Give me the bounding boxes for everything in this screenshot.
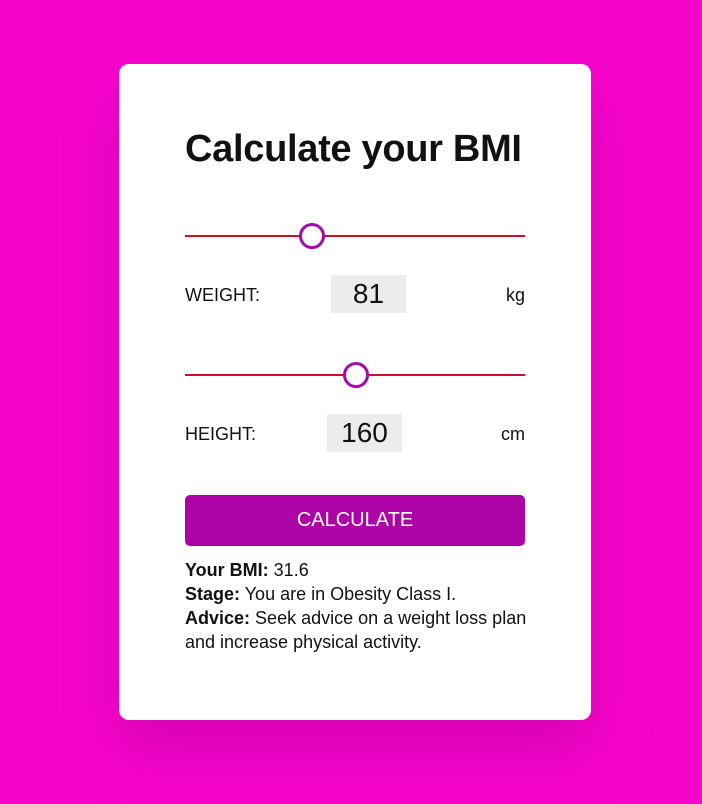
height-value: 160 bbox=[327, 414, 402, 452]
height-label: HEIGHT: bbox=[185, 424, 257, 444]
weight-slider-track[interactable] bbox=[185, 235, 525, 237]
weight-value: 81 bbox=[331, 275, 406, 313]
calculate-button[interactable]: CALCULATE bbox=[185, 495, 525, 546]
weight-slider-thumb[interactable] bbox=[298, 223, 325, 249]
advice-result-label: Advice: bbox=[185, 608, 251, 628]
bmi-result-label: Your BMI: bbox=[185, 560, 269, 580]
height-slider[interactable] bbox=[185, 362, 525, 388]
height-slider-thumb[interactable] bbox=[343, 362, 369, 388]
stage-result-line: Stage: You are in Obesity Class I. bbox=[185, 582, 530, 606]
bmi-result-line: Your BMI: 31.6 bbox=[185, 558, 530, 582]
bmi-result-value: 31.6 bbox=[273, 560, 309, 580]
weight-row: WEIGHT: 81 kg bbox=[185, 275, 525, 313]
height-unit: cm bbox=[501, 424, 525, 444]
weight-label: WEIGHT: bbox=[185, 285, 260, 305]
weight-unit: kg bbox=[505, 285, 525, 305]
bmi-card: Calculate your BMI WEIGHT: 81 kg HEIGHT:… bbox=[119, 64, 591, 720]
stage-result-label: Stage: bbox=[185, 584, 241, 604]
bmi-results: Your BMI: 31.6 Stage: You are in Obesity… bbox=[185, 558, 530, 654]
advice-result-line: Advice: Seek advice on a weight loss pla… bbox=[185, 606, 530, 654]
height-row: HEIGHT: 160 cm bbox=[185, 414, 525, 452]
weight-slider[interactable] bbox=[185, 223, 525, 249]
stage-result-value: You are in Obesity Class I. bbox=[244, 584, 457, 604]
page-title: Calculate your BMI bbox=[185, 128, 522, 170]
